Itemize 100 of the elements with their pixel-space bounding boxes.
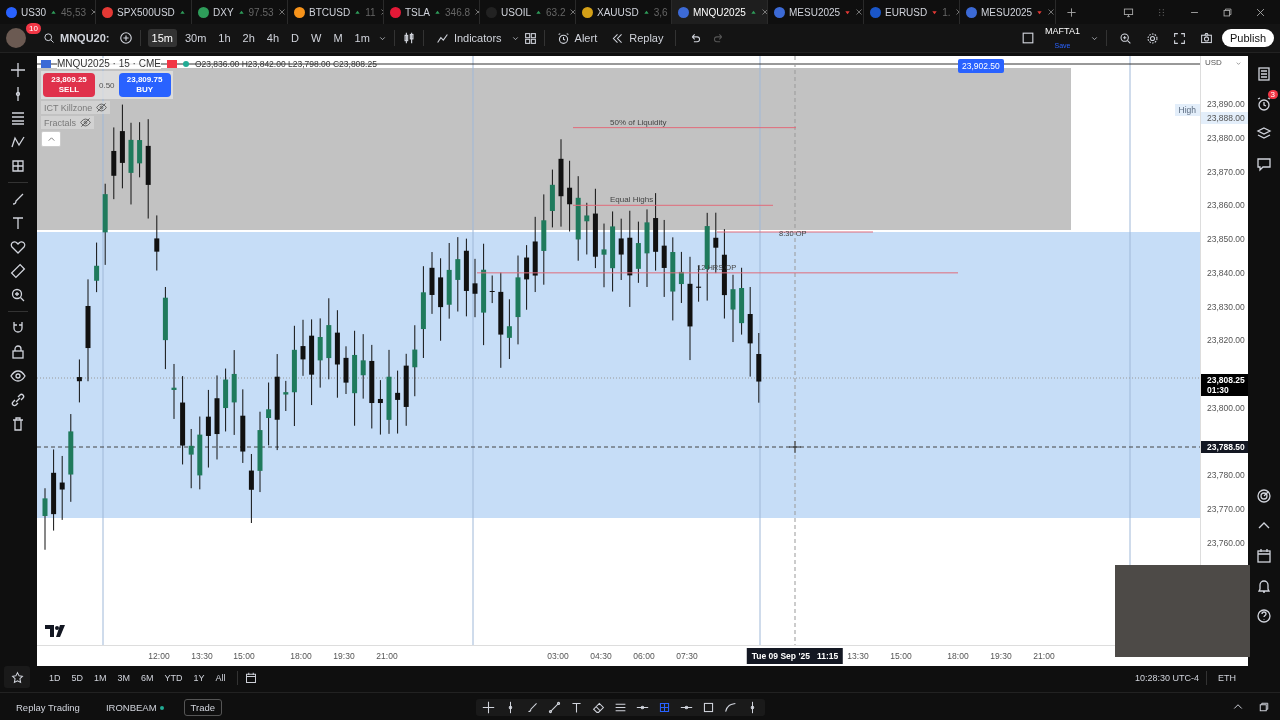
- range-button[interactable]: 3M: [113, 670, 135, 685]
- logo-icon[interactable]: [45, 625, 67, 637]
- indicators-button[interactable]: Indicators: [430, 28, 507, 48]
- horizontal-lines-icon[interactable]: [10, 110, 26, 126]
- candlestick-icon[interactable]: [401, 31, 416, 45]
- undo-icon[interactable]: [689, 31, 703, 45]
- calendar-icon[interactable]: [1256, 548, 1272, 564]
- brush-icon[interactable]: [10, 191, 26, 207]
- close-icon[interactable]: [569, 8, 575, 16]
- trash-icon[interactable]: [10, 416, 26, 432]
- add-tab-icon[interactable]: [1066, 6, 1077, 18]
- camera-icon[interactable]: [1199, 31, 1213, 45]
- layout-square-icon[interactable]: [1021, 31, 1036, 45]
- fullscreen-icon[interactable]: [1172, 31, 1186, 45]
- close-icon[interactable]: [277, 8, 286, 16]
- interval-button[interactable]: W: [307, 29, 326, 47]
- currency-label[interactable]: USD: [1205, 58, 1222, 67]
- clock-time[interactable]: 10:28:30 UTC-4: [1134, 672, 1199, 683]
- quick-search-icon[interactable]: [1118, 31, 1132, 45]
- heart-icon[interactable]: [10, 239, 26, 255]
- restore-icon[interactable]: [1222, 6, 1233, 18]
- time-tick: 21:00: [376, 651, 398, 661]
- crosshair-time-label: Tue 09 Sep '25 11:15: [746, 648, 844, 664]
- range-button[interactable]: 6M: [137, 670, 158, 685]
- crosshair-icon[interactable]: [482, 700, 496, 714]
- replay-button[interactable]: Replay: [606, 28, 669, 48]
- help-icon[interactable]: [1256, 608, 1272, 624]
- interval-button[interactable]: 2h: [238, 29, 259, 47]
- tab-symbol: MNQU2025: [693, 6, 746, 18]
- range-button[interactable]: 1Y: [189, 670, 209, 685]
- user-avatar[interactable]: [6, 28, 26, 48]
- brush-icon[interactable]: [526, 700, 540, 714]
- candle: [678, 251, 684, 304]
- curve-icon[interactable]: [724, 700, 738, 714]
- date-range-icon[interactable]: [244, 671, 257, 684]
- rectangle-icon[interactable]: [702, 700, 716, 714]
- eye-crossed-icon[interactable]: [80, 117, 91, 128]
- target-icon[interactable]: [1256, 488, 1272, 504]
- favorites-button[interactable]: [4, 666, 30, 688]
- link-icon[interactable]: [10, 392, 26, 408]
- text-icon[interactable]: [10, 215, 26, 231]
- range-button[interactable]: 5D: [67, 670, 88, 685]
- range-button[interactable]: All: [211, 670, 230, 685]
- settings-icon[interactable]: [1145, 31, 1159, 45]
- session-button[interactable]: ETH: [1214, 670, 1240, 685]
- magnet-icon[interactable]: [10, 320, 26, 336]
- symbol-tab[interactable]: MNQU2025: [672, 0, 768, 24]
- alarm-clock-icon[interactable]: [1256, 96, 1272, 112]
- grid-icon[interactable]: [10, 158, 26, 174]
- interval-button[interactable]: M: [329, 29, 347, 47]
- interval-button[interactable]: D: [287, 29, 304, 47]
- close-icon[interactable]: [855, 8, 863, 16]
- tab-symbol: MESU2025: [981, 6, 1033, 18]
- publish-button[interactable]: Publish: [1221, 29, 1274, 47]
- interval-button[interactable]: 4h: [262, 29, 284, 47]
- price-line[interactable]: [716, 231, 874, 233]
- range-button[interactable]: YTD: [160, 670, 187, 685]
- vertical-line[interactable]: [759, 56, 761, 645]
- pencil-lock-icon[interactable]: [10, 344, 26, 360]
- watchlist-icon[interactable]: [1256, 66, 1272, 82]
- buy-button[interactable]: 23,809.75 BUY: [118, 73, 171, 97]
- tab-price: 11: [365, 6, 376, 18]
- ruler-icon[interactable]: [10, 263, 26, 279]
- bell-icon[interactable]: [1256, 578, 1272, 594]
- chart-symbol-title[interactable]: MNQU2025 · 15 · CME: [57, 58, 161, 69]
- text-icon[interactable]: [570, 700, 584, 714]
- templates-grid-icon[interactable]: [523, 31, 537, 45]
- range-button[interactable]: 1D: [45, 670, 65, 685]
- add-symbol-icon[interactable]: [118, 31, 133, 45]
- alert-button[interactable]: Alert: [551, 28, 603, 48]
- symbol-search[interactable]: MNQU20:: [38, 29, 115, 47]
- trade-button[interactable]: Trade: [183, 698, 223, 716]
- interval-button[interactable]: 30m: [180, 29, 211, 47]
- range-button[interactable]: 1M: [90, 670, 111, 685]
- eraser-icon[interactable]: [592, 700, 606, 714]
- interval-button[interactable]: 1h: [214, 29, 235, 47]
- candle: [618, 218, 624, 281]
- price-line[interactable]: [476, 272, 959, 274]
- interval-button[interactable]: 1m: [350, 29, 374, 47]
- close-icon[interactable]: [1047, 8, 1055, 16]
- candle: [756, 332, 762, 404]
- pattern-icon[interactable]: [10, 134, 26, 150]
- replay-trading-tab[interactable]: Replay Trading: [10, 699, 86, 715]
- crosshair-icon[interactable]: [10, 62, 26, 78]
- spread-value: 0.50: [99, 80, 115, 90]
- candle: [137, 121, 143, 178]
- close-icon[interactable]: [760, 8, 767, 16]
- zoom-in-icon[interactable]: [10, 287, 26, 303]
- restore-icon[interactable]: [1258, 701, 1270, 713]
- interval-button[interactable]: 15m: [147, 29, 177, 47]
- monitor-icon[interactable]: [1123, 6, 1134, 18]
- chat-icon[interactable]: [1256, 156, 1272, 172]
- close-icon[interactable]: [1255, 6, 1266, 18]
- eye-crossed-icon[interactable]: [96, 102, 108, 113]
- sell-button[interactable]: 23,809.25 SELL: [43, 73, 95, 97]
- broker-tab[interactable]: IRONBEAM: [99, 699, 170, 715]
- trend-line-icon[interactable]: [548, 700, 562, 714]
- tab-price: 97.53: [248, 6, 274, 18]
- ohlc-values: O23,836.00 H23,842.00 L23,798.00 C23,808.25: [194, 58, 377, 69]
- eye-icon[interactable]: [10, 368, 26, 384]
